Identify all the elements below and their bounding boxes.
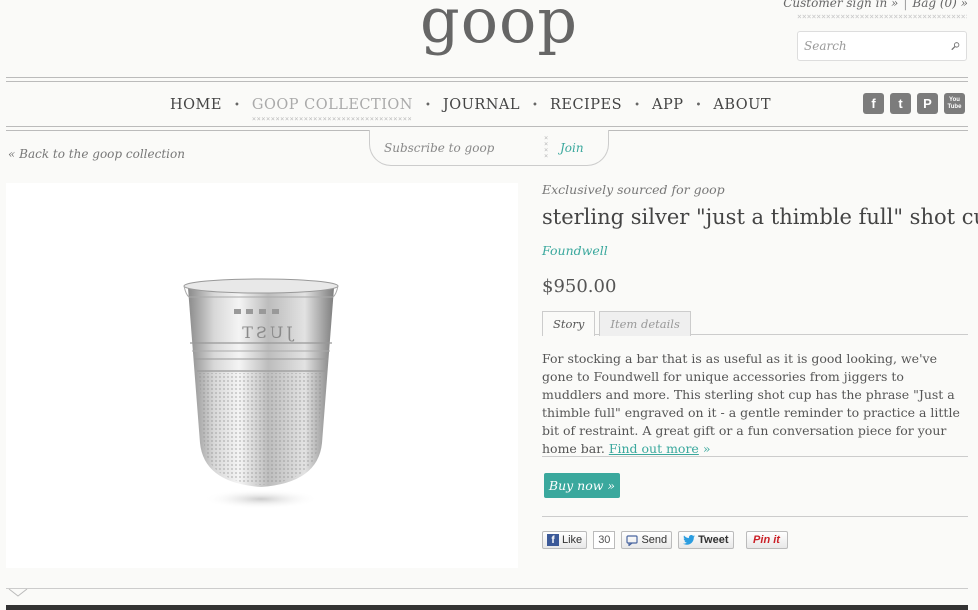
twitter-bird-icon [683, 535, 696, 545]
nav-top-rule [6, 77, 968, 78]
find-out-more-arrow: » [698, 441, 711, 456]
tweet-button[interactable]: Tweet [678, 531, 734, 549]
youtube-icon-you: You [949, 96, 960, 103]
youtube-icon[interactable]: You Tube [944, 93, 965, 114]
tab-item-details[interactable]: Item details [599, 311, 691, 336]
product-tabs: Story Item details [542, 311, 968, 336]
footer-band [6, 605, 968, 610]
bag-link[interactable]: Bag (0) » [912, 0, 968, 10]
footer-rule [6, 588, 968, 589]
nav-item-home[interactable]: HOME [170, 97, 222, 113]
product-image[interactable]: JUST [6, 183, 518, 568]
search-input[interactable] [804, 39, 951, 53]
main-nav: HOME • GOOP COLLECTION ××××××××××××××××××… [170, 93, 771, 122]
account-separator: | [903, 0, 908, 10]
goop-logo[interactable]: goop [420, 0, 577, 57]
subscribe-form: × × × × Join [369, 130, 609, 166]
nav-item-about[interactable]: ABOUT [713, 97, 771, 113]
story-text: For stocking a bar that is as useful as … [542, 351, 960, 456]
buy-now-button[interactable]: Buy now » [544, 473, 620, 498]
nav-item-goop-collection[interactable]: GOOP COLLECTION ×××××××××××××××××××××××××… [251, 97, 413, 122]
send-icon [626, 534, 639, 546]
pin-it-button[interactable]: Pin it [745, 531, 788, 549]
nav-separator: • [425, 99, 431, 111]
nav-item-app[interactable]: APP [652, 97, 683, 113]
active-nav-dots: ×××××××××××××××××××××××××××××××××× [251, 116, 413, 122]
find-out-more-link[interactable]: Find out more [609, 441, 699, 456]
send-label: Send [641, 534, 668, 546]
nav-separator: • [233, 99, 240, 111]
nav-bottom-rule [6, 126, 968, 127]
facebook-icon: f [547, 534, 559, 546]
account-links: Customer sign in » | Bag (0) » [783, 0, 968, 10]
join-button[interactable]: Join [560, 141, 584, 155]
back-to-collection-link[interactable]: « Back to the goop collection [8, 147, 185, 161]
search-icon[interactable] [951, 38, 960, 54]
nav-item-journal[interactable]: JOURNAL [443, 97, 520, 113]
subscribe-separator: × × × × [544, 134, 548, 160]
nav-item-goop-collection-label: GOOP COLLECTION [251, 97, 413, 113]
chevron-down-icon [8, 588, 28, 597]
youtube-icon-tube: Tube [947, 103, 962, 110]
like-count: 30 [593, 531, 616, 549]
shot-cup-illustration: JUST [183, 278, 339, 509]
pinterest-icon[interactable]: P [917, 93, 938, 114]
social-links: f t P You Tube [863, 93, 965, 114]
search-box [797, 31, 967, 61]
nav-item-recipes[interactable]: RECIPES [550, 97, 622, 113]
brand-link[interactable]: Foundwell [542, 243, 608, 258]
sourced-note: Exclusively sourced for goop [542, 182, 725, 197]
facebook-like-button[interactable]: f Like [542, 531, 588, 549]
nav-separator: • [634, 99, 640, 111]
tab-story[interactable]: Story [542, 311, 596, 336]
subscribe-email-input[interactable] [384, 140, 544, 155]
like-label: Like [562, 534, 583, 546]
customer-sign-in-link[interactable]: Customer sign in » [783, 0, 898, 10]
product-story: For stocking a bar that is as useful as … [542, 350, 964, 458]
divider [542, 456, 968, 457]
twitter-icon[interactable]: t [890, 93, 911, 114]
tweet-label: Tweet [698, 534, 729, 546]
share-bar: f Like 30 Send Tweet Pin it [542, 531, 788, 549]
account-dotted-underline: ××××××××××××××××××××××××××××××××××××× [797, 14, 967, 20]
nav-separator: • [695, 99, 702, 111]
nav-separator: • [532, 99, 538, 111]
pin-it-label: Pin it [753, 534, 780, 546]
send-button[interactable]: Send [621, 531, 673, 549]
product-price: $950.00 [542, 276, 617, 297]
cup-engraving: JUST [239, 323, 295, 342]
divider [542, 516, 968, 517]
product-title: sterling silver "just a thimble full" sh… [542, 205, 978, 229]
nav-top-rule-2 [6, 81, 968, 82]
facebook-icon[interactable]: f [863, 93, 884, 114]
